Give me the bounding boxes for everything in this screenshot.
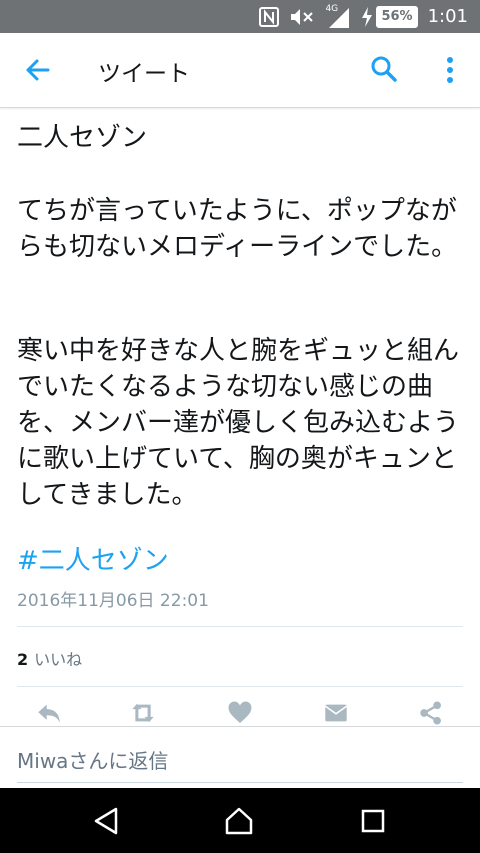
tweet-actions xyxy=(0,700,480,726)
reply-bar: Miwaさんに返信 xyxy=(0,726,480,789)
tweet-paragraph-1: てちが言っていたように、ポップながらも切ないメロディーラインでした。 xyxy=(17,196,458,262)
tweet-paragraph-2: 寒い中を好きな人と腕をギュッと組んでいたくなるような切ない感じの曲を、メンバー達… xyxy=(17,336,460,510)
search-icon[interactable] xyxy=(370,55,398,83)
tweet-title: 二人セゾン xyxy=(17,123,148,153)
navigation-bar xyxy=(0,788,480,853)
app-bar: ツイート xyxy=(0,33,480,108)
retweet-icon[interactable] xyxy=(126,700,160,726)
share-icon[interactable] xyxy=(414,700,448,726)
back-arrow-icon[interactable] xyxy=(22,55,52,85)
page-title: ツイート xyxy=(98,61,190,87)
more-options-icon[interactable] xyxy=(440,55,460,85)
divider xyxy=(17,686,463,687)
volume-mute-icon xyxy=(291,8,314,25)
battery-indicator: 56% xyxy=(361,5,418,28)
nav-home-icon[interactable] xyxy=(224,806,254,836)
battery-percent: 56% xyxy=(376,5,418,28)
reply-underline xyxy=(17,782,463,783)
mail-icon[interactable] xyxy=(319,700,353,726)
nfc-icon xyxy=(259,6,280,27)
likes-label: いいね xyxy=(34,650,83,669)
reply-icon[interactable] xyxy=(32,700,66,726)
heart-icon[interactable] xyxy=(223,700,257,726)
hashtag-link[interactable]: #二人セゾン xyxy=(17,540,169,577)
likes-count[interactable]: 2 いいね xyxy=(17,646,82,670)
status-icons: 4G 56% 1:01 xyxy=(259,0,480,33)
charging-icon xyxy=(362,6,373,27)
nav-back-icon[interactable] xyxy=(92,806,122,836)
status-bar: 4G 56% 1:01 xyxy=(0,0,480,33)
reply-input[interactable]: Miwaさんに返信 xyxy=(17,745,168,774)
clock: 1:01 xyxy=(427,6,468,27)
divider xyxy=(17,626,463,627)
likes-number: 2 xyxy=(17,650,29,669)
signal-icon: 4G xyxy=(325,4,351,28)
nav-recents-icon[interactable] xyxy=(358,806,388,836)
tweet-timestamp: 2016年11月06日 22:01 xyxy=(17,591,209,611)
